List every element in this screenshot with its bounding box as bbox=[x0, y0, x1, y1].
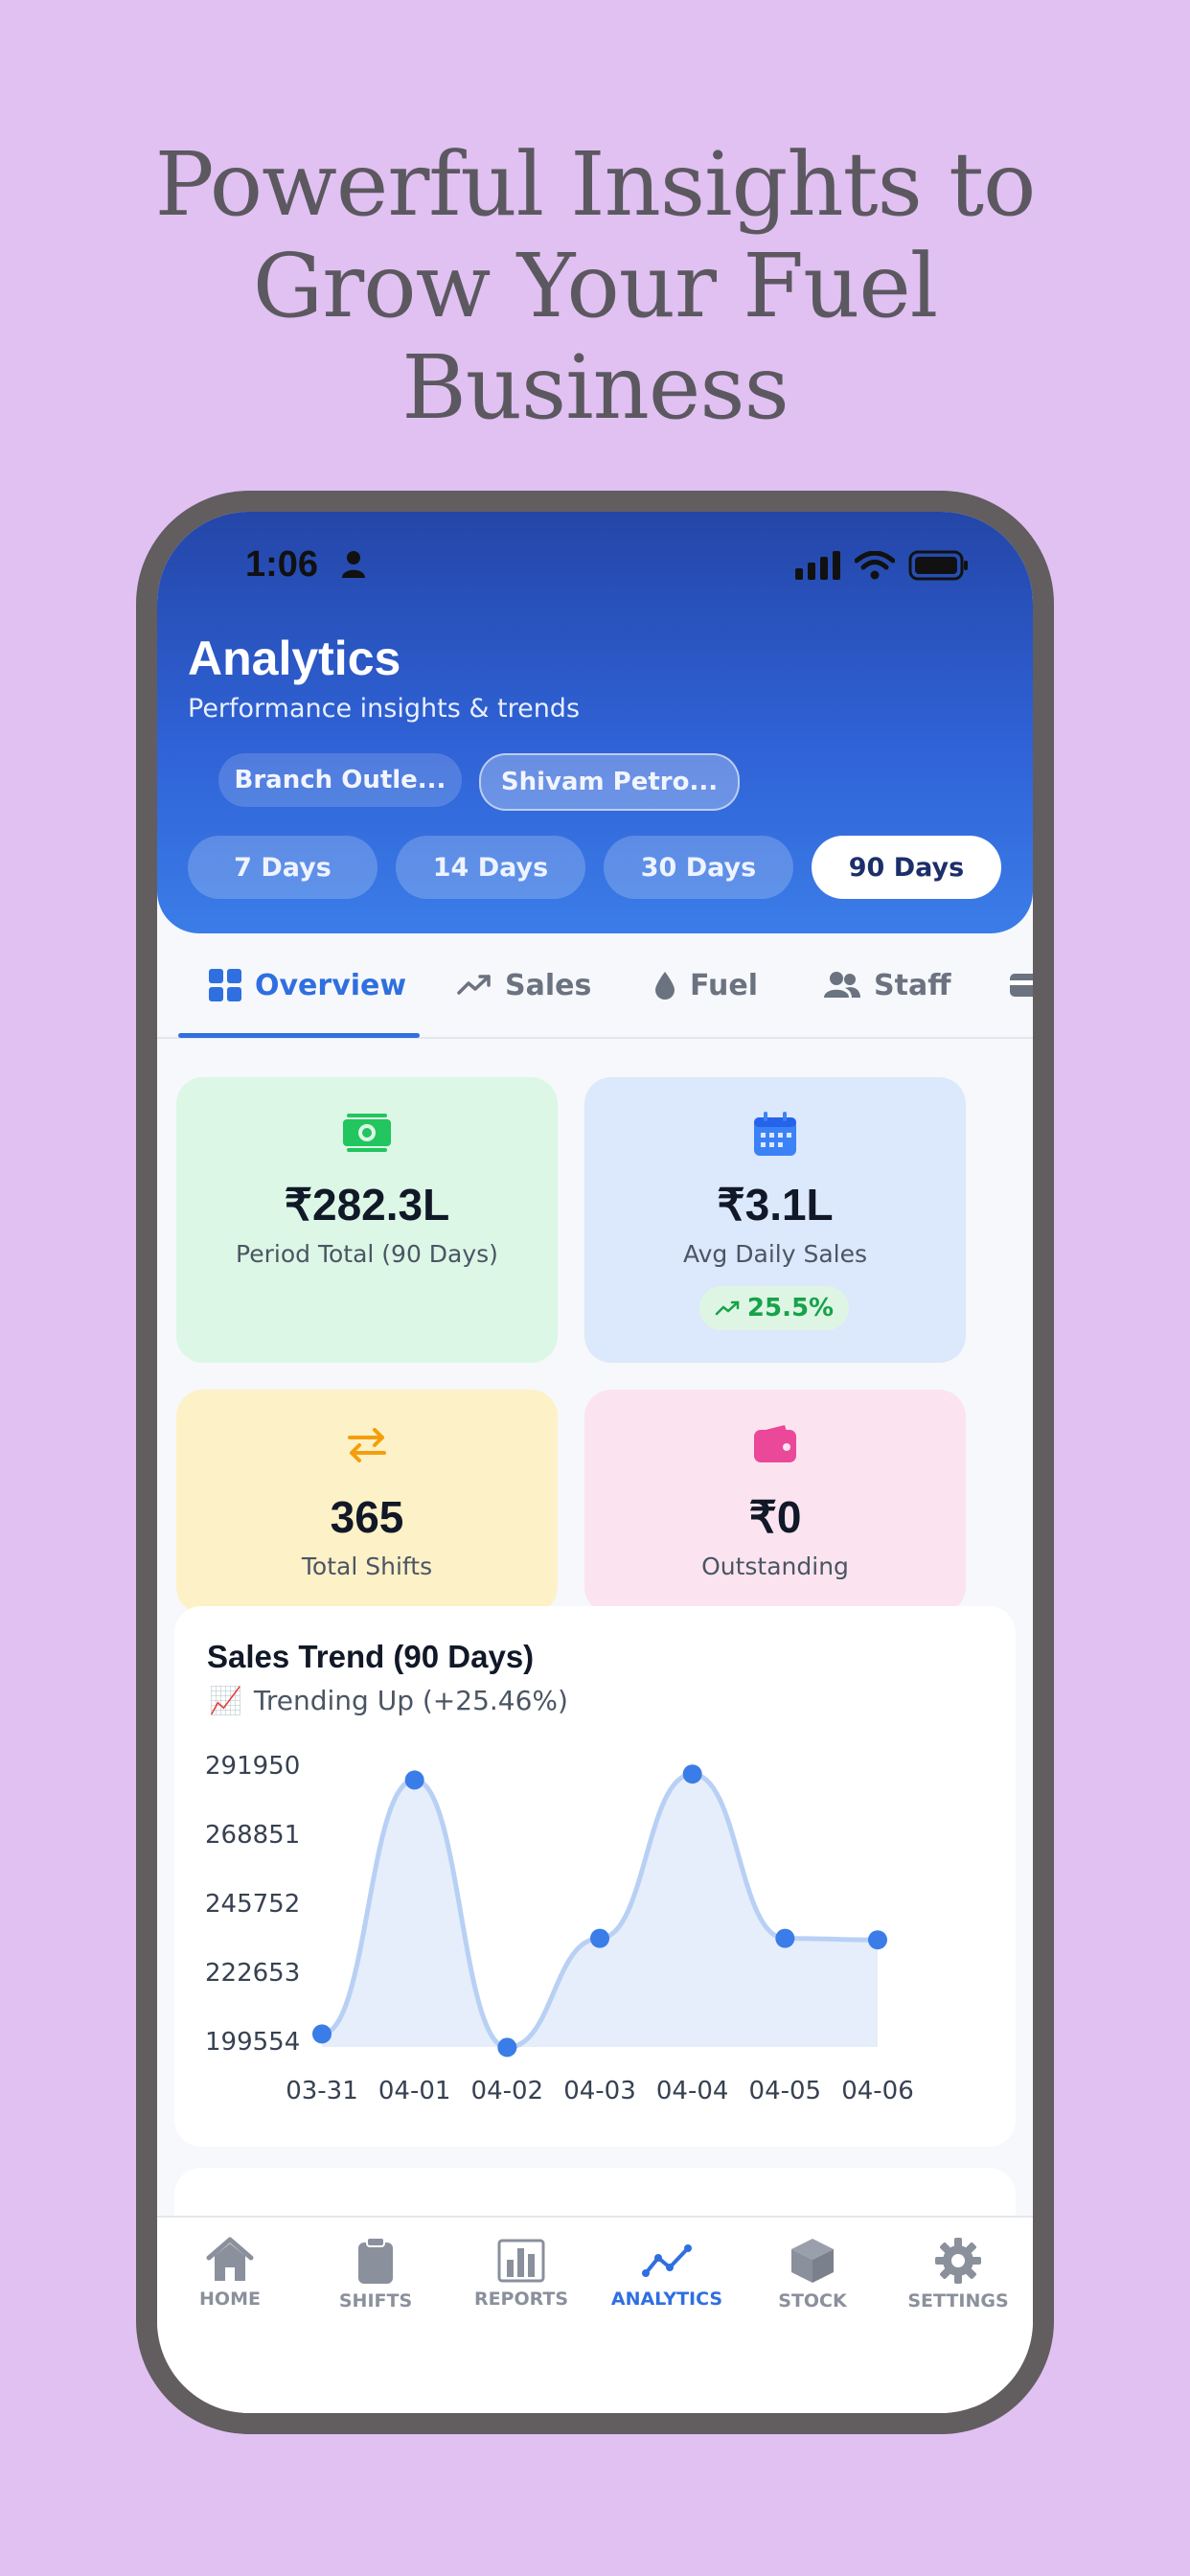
bar-chart-icon bbox=[497, 2239, 545, 2283]
period-90-days[interactable]: 90 Days bbox=[812, 836, 1001, 899]
nav-label: SETTINGS bbox=[907, 2290, 1009, 2312]
data-point bbox=[590, 1928, 609, 1948]
phone-frame: 1:06 Analytics Performance insights & tr… bbox=[136, 491, 1054, 2434]
x-tick-label: 04-03 bbox=[563, 2077, 636, 2105]
line-chart-icon bbox=[642, 2244, 692, 2277]
period-7-days[interactable]: 7 Days bbox=[188, 836, 378, 899]
signal-icon bbox=[795, 551, 840, 580]
person-icon bbox=[342, 551, 365, 578]
swap-icon bbox=[348, 1428, 386, 1462]
sales-trend-chart: 291950 268851 245752 222653 199554 03-31 04-01… bbox=[205, 1752, 914, 2105]
stat-label: Period Total (90 Days) bbox=[236, 1240, 498, 1268]
people-icon bbox=[824, 972, 860, 998]
wallet-icon bbox=[754, 1425, 796, 1462]
stat-card-total-shifts[interactable]: 365 Total Shifts bbox=[176, 1390, 558, 1614]
stat-card-outstanding[interactable]: ₹0 Outstanding bbox=[584, 1390, 966, 1614]
y-tick-label: 268851 bbox=[205, 1821, 300, 1850]
trend-area bbox=[322, 1774, 878, 2048]
headline-line: Business bbox=[401, 336, 790, 439]
data-point bbox=[404, 1770, 424, 1790]
box-icon bbox=[791, 2239, 834, 2283]
data-point bbox=[497, 2037, 517, 2058]
tab-sales[interactable]: Sales bbox=[457, 966, 591, 1004]
status-time: 1:06 bbox=[245, 544, 319, 585]
nav-reports[interactable]: REPORTS bbox=[454, 2237, 588, 2310]
tab-overview[interactable]: Overview bbox=[209, 966, 406, 1004]
nav-settings[interactable]: SETTINGS bbox=[891, 2237, 1025, 2312]
stat-value: 365 bbox=[330, 1492, 404, 1542]
trend-up-icon bbox=[715, 1300, 740, 1316]
x-tick-label: 04-02 bbox=[471, 2077, 544, 2105]
grid-icon bbox=[209, 969, 241, 1001]
y-tick-label: 245752 bbox=[205, 1890, 300, 1919]
x-tick-label: 04-04 bbox=[656, 2077, 729, 2105]
page-title: Analytics bbox=[188, 632, 401, 685]
cash-icon bbox=[343, 1114, 391, 1152]
home-icon bbox=[206, 2237, 254, 2281]
trend-icon bbox=[457, 975, 491, 995]
nav-analytics[interactable]: ANALYTICS bbox=[600, 2237, 734, 2310]
app-screen: 1:06 Analytics Performance insights & tr… bbox=[157, 512, 1033, 2413]
nav-label: HOME bbox=[199, 2288, 261, 2310]
stat-value: ₹0 bbox=[748, 1492, 802, 1542]
calendar-icon bbox=[754, 1112, 796, 1156]
x-tick-label: 04-06 bbox=[841, 2077, 914, 2105]
gear-icon bbox=[935, 2238, 981, 2284]
x-tick-label: 04-01 bbox=[378, 2077, 451, 2105]
nav-home[interactable]: HOME bbox=[163, 2237, 297, 2310]
y-tick-label: 291950 bbox=[205, 1752, 300, 1781]
promo-headline: Powerful Insights to Grow Your Fuel Busi… bbox=[0, 134, 1190, 439]
page-subtitle: Performance insights & trends bbox=[188, 694, 581, 724]
tab-fuel[interactable]: Fuel bbox=[653, 966, 758, 1004]
bottom-nav: HOME SHIFTS REPORTS ANALYTICS STOCK SETT… bbox=[157, 2216, 1033, 2413]
clipboard-icon bbox=[358, 2237, 393, 2284]
battery-icon bbox=[908, 550, 968, 581]
data-point bbox=[775, 1928, 795, 1948]
headline-line: Powerful Insights to bbox=[154, 133, 1037, 236]
y-tick-label: 199554 bbox=[205, 2028, 300, 2057]
x-tick-label: 03-31 bbox=[286, 2077, 358, 2105]
stat-value: ₹3.1L bbox=[717, 1180, 834, 1230]
tab-staff[interactable]: Staff bbox=[824, 966, 951, 1004]
analytics-header: 1:06 Analytics Performance insights & tr… bbox=[157, 512, 1033, 933]
branch-chip[interactable]: Branch Outle... bbox=[218, 753, 462, 807]
period-14-days[interactable]: 14 Days bbox=[396, 836, 585, 899]
active-tab-indicator bbox=[178, 1033, 420, 1038]
nav-stock[interactable]: STOCK bbox=[745, 2237, 880, 2312]
x-tick-label: 04-05 bbox=[749, 2077, 822, 2105]
stat-label: Avg Daily Sales bbox=[683, 1240, 867, 1268]
drop-icon bbox=[655, 972, 675, 1000]
branch-chip-selected[interactable]: Shivam Petro... bbox=[479, 753, 740, 811]
data-point bbox=[682, 1764, 702, 1784]
data-point bbox=[312, 2024, 332, 2044]
period-30-days[interactable]: 30 Days bbox=[604, 836, 793, 899]
growth-badge: 25.5% bbox=[699, 1286, 849, 1330]
tab-label: Overview bbox=[255, 968, 407, 1002]
data-point bbox=[868, 1930, 887, 1950]
tab-label: Staff bbox=[874, 968, 951, 1002]
nav-label: ANALYTICS bbox=[610, 2288, 723, 2310]
status-indicators bbox=[795, 550, 970, 581]
nav-shifts[interactable]: SHIFTS bbox=[309, 2237, 443, 2312]
sales-trend-card: Sales Trend (90 Days) 📈 Trending Up (+25… bbox=[174, 1606, 1016, 2147]
headline-line: Grow Your Fuel bbox=[252, 235, 938, 337]
stat-label: Outstanding bbox=[701, 1552, 849, 1580]
stat-card-period-total[interactable]: ₹282.3L Period Total (90 Days) bbox=[176, 1077, 558, 1363]
stat-card-avg-daily[interactable]: ₹3.1L Avg Daily Sales 25.5% bbox=[584, 1077, 966, 1363]
tab-label: Sales bbox=[505, 968, 592, 1002]
badge-value: 25.5% bbox=[746, 1294, 835, 1322]
y-tick-label: 222653 bbox=[205, 1959, 300, 1988]
nav-label: REPORTS bbox=[473, 2288, 569, 2310]
nav-label: SHIFTS bbox=[338, 2290, 413, 2312]
tab-label: Fuel bbox=[690, 968, 758, 1002]
stat-value: ₹282.3L bbox=[284, 1180, 450, 1230]
nav-label: STOCK bbox=[778, 2290, 847, 2312]
wifi-icon bbox=[855, 551, 895, 580]
analytics-tabs: Overview Sales Fuel Staff bbox=[157, 933, 1033, 1039]
card-icon[interactable] bbox=[1010, 972, 1033, 999]
stat-label: Total Shifts bbox=[301, 1552, 433, 1580]
